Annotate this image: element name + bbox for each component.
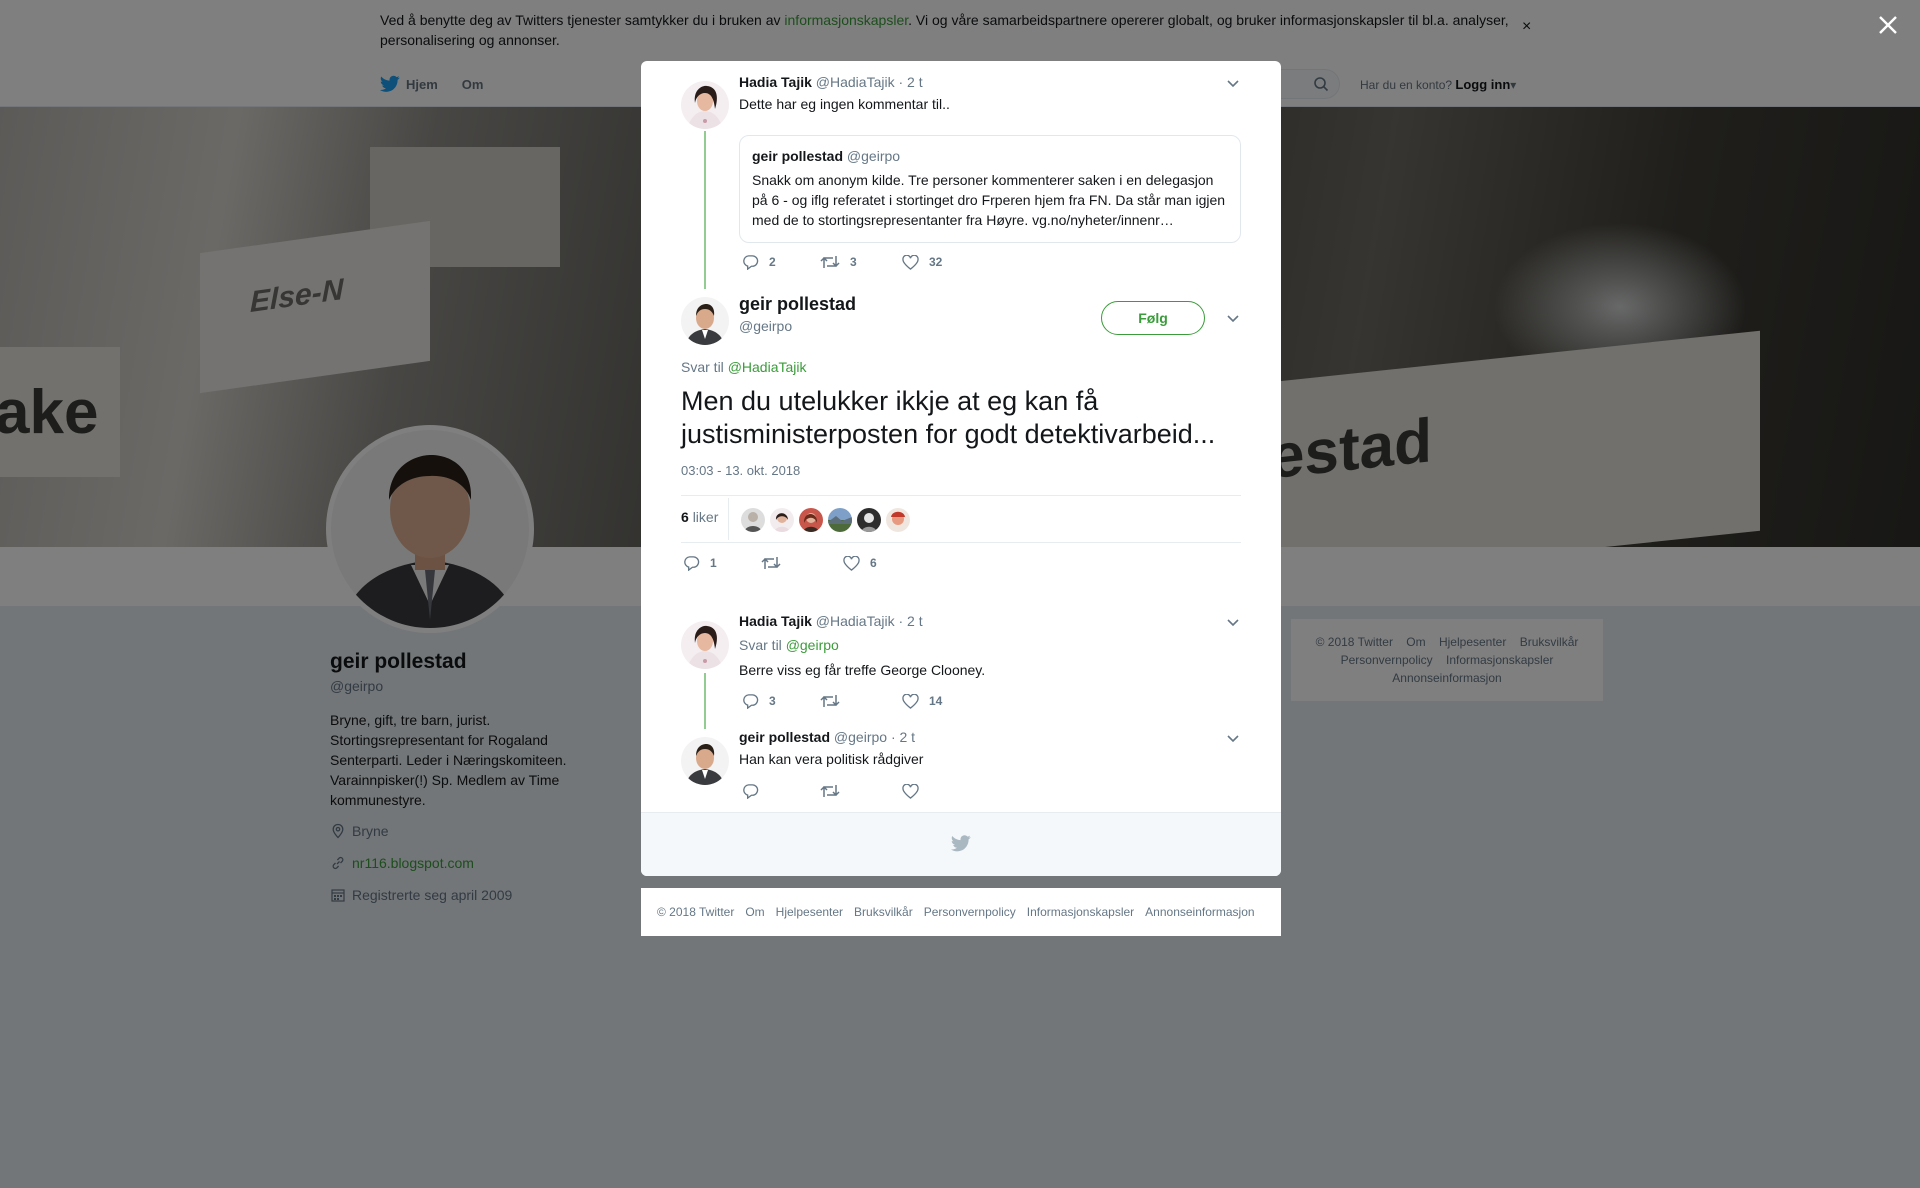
page-footer: © 2018 Twitter Om Hjelpesenter Bruksvilk… <box>641 888 1281 936</box>
tweet-author-handle[interactable]: @geirpo <box>834 729 887 745</box>
likers-avatars <box>741 508 910 532</box>
reply-to-link[interactable]: @geirpo <box>786 637 839 653</box>
quoted-author-handle: @geirpo <box>846 148 901 164</box>
person-avatar-image <box>681 297 729 345</box>
reply-to-link[interactable]: @HadiaTajik <box>728 359 807 375</box>
footer-link[interactable]: © 2018 Twitter <box>657 905 734 919</box>
chevron-down-icon[interactable] <box>1225 614 1241 630</box>
liker-avatar[interactable] <box>857 508 881 532</box>
tweet-time[interactable]: · 2 t <box>898 613 922 629</box>
footer-link[interactable]: Personvernpolicy <box>924 905 1016 919</box>
liker-avatar[interactable] <box>886 508 910 532</box>
retweet-button[interactable] <box>820 693 902 709</box>
retweet-icon <box>761 557 781 569</box>
liker-avatar[interactable] <box>770 508 794 532</box>
thread-line <box>704 673 706 729</box>
close-icon[interactable] <box>1873 10 1903 40</box>
tweet-author-handle[interactable]: @HadiaTajik <box>816 613 895 629</box>
main-tweet-text: Men du utelukker ikkje at eg kan få just… <box>681 386 1216 449</box>
tweet-text: Han kan vera politisk rådgiver <box>739 751 924 767</box>
quoted-author-name: geir pollestad <box>752 148 844 164</box>
retweet-button[interactable]: 3 <box>820 254 902 270</box>
like-button[interactable]: 14 <box>902 693 980 709</box>
chevron-down-icon[interactable] <box>1225 75 1241 91</box>
person-avatar-image <box>681 621 729 669</box>
thread-line <box>704 131 706 289</box>
reply-icon <box>684 556 700 571</box>
heart-icon <box>902 693 919 709</box>
heart-icon <box>902 254 919 270</box>
reply-context: Svar til @geirpo <box>739 637 839 653</box>
main-author-handle[interactable]: @geirpo <box>739 318 792 334</box>
like-button[interactable]: 6 <box>843 555 921 571</box>
avatar[interactable] <box>681 297 729 345</box>
retweet-icon <box>820 256 840 268</box>
footer-link[interactable]: Hjelpesenter <box>776 905 843 919</box>
avatar[interactable] <box>681 81 729 129</box>
chevron-down-icon[interactable] <box>1225 310 1241 326</box>
footer-link[interactable]: Informasjonskapsler <box>1027 905 1134 919</box>
quoted-tweet[interactable]: geir pollestad @geirpo Snakk om anonym k… <box>739 135 1241 243</box>
reply-button[interactable]: 2 <box>742 254 820 270</box>
liker-avatar[interactable] <box>741 508 765 532</box>
footer-link[interactable]: Bruksvilkår <box>854 905 913 919</box>
tweet-time[interactable]: · 2 t <box>898 74 922 90</box>
reply-icon <box>743 784 759 799</box>
liker-avatar[interactable] <box>828 508 852 532</box>
heart-icon <box>843 555 860 571</box>
retweet-button[interactable] <box>761 555 843 571</box>
avatar[interactable] <box>681 737 729 785</box>
like-button[interactable] <box>902 783 980 799</box>
twitter-bird-icon <box>951 835 971 852</box>
tweet-text: Berre viss eg får treffe George Clooney. <box>739 662 986 678</box>
tweet-actions: 3 14 <box>742 693 980 709</box>
main-tweet-actions: 1 6 <box>683 555 921 571</box>
footer-link[interactable]: Annonseinformasjon <box>1145 905 1254 919</box>
tweet-time[interactable]: · 2 t <box>891 729 915 745</box>
follow-button[interactable]: Følg <box>1101 301 1205 335</box>
retweet-button[interactable] <box>820 783 902 799</box>
tweet-author-name[interactable]: Hadia Tajik <box>739 74 812 90</box>
avatar[interactable] <box>681 621 729 669</box>
main-author-name[interactable]: geir pollestad <box>739 294 856 315</box>
person-avatar-image <box>681 81 729 129</box>
retweet-icon <box>820 695 840 707</box>
person-avatar-image <box>681 737 729 785</box>
reply-icon <box>743 694 759 709</box>
reply-context: Svar til @HadiaTajik <box>681 359 807 375</box>
footer-link[interactable]: Om <box>745 905 764 919</box>
retweet-icon <box>820 785 840 797</box>
liker-avatar[interactable] <box>799 508 823 532</box>
tweet-author-name[interactable]: geir pollestad <box>739 729 830 745</box>
chevron-down-icon[interactable] <box>1225 730 1241 746</box>
tweet-actions: 2 3 32 <box>742 254 980 270</box>
reply-button[interactable] <box>742 783 820 799</box>
heart-icon <box>902 783 919 799</box>
tweet-author-handle[interactable]: @HadiaTajik <box>816 74 895 90</box>
tweet-timestamp[interactable]: 03:03 - 13. okt. 2018 <box>681 463 800 478</box>
tweet-permalink-modal: Hadia Tajik @HadiaTajik · 2 t Dette har … <box>641 61 1281 876</box>
reply-button[interactable]: 1 <box>683 555 761 571</box>
tweet-actions <box>742 783 980 799</box>
like-button[interactable]: 32 <box>902 254 980 270</box>
quoted-text: Snakk om anonym kilde. Tre personer komm… <box>752 172 1226 228</box>
tweet-author-name[interactable]: Hadia Tajik <box>739 613 812 629</box>
tweet-text: Dette har eg ingen kommentar til.. <box>739 96 950 112</box>
reply-button[interactable]: 3 <box>742 693 820 709</box>
likes-count[interactable]: 6 liker <box>681 509 718 525</box>
reply-icon <box>743 255 759 270</box>
modal-footer <box>641 812 1281 876</box>
